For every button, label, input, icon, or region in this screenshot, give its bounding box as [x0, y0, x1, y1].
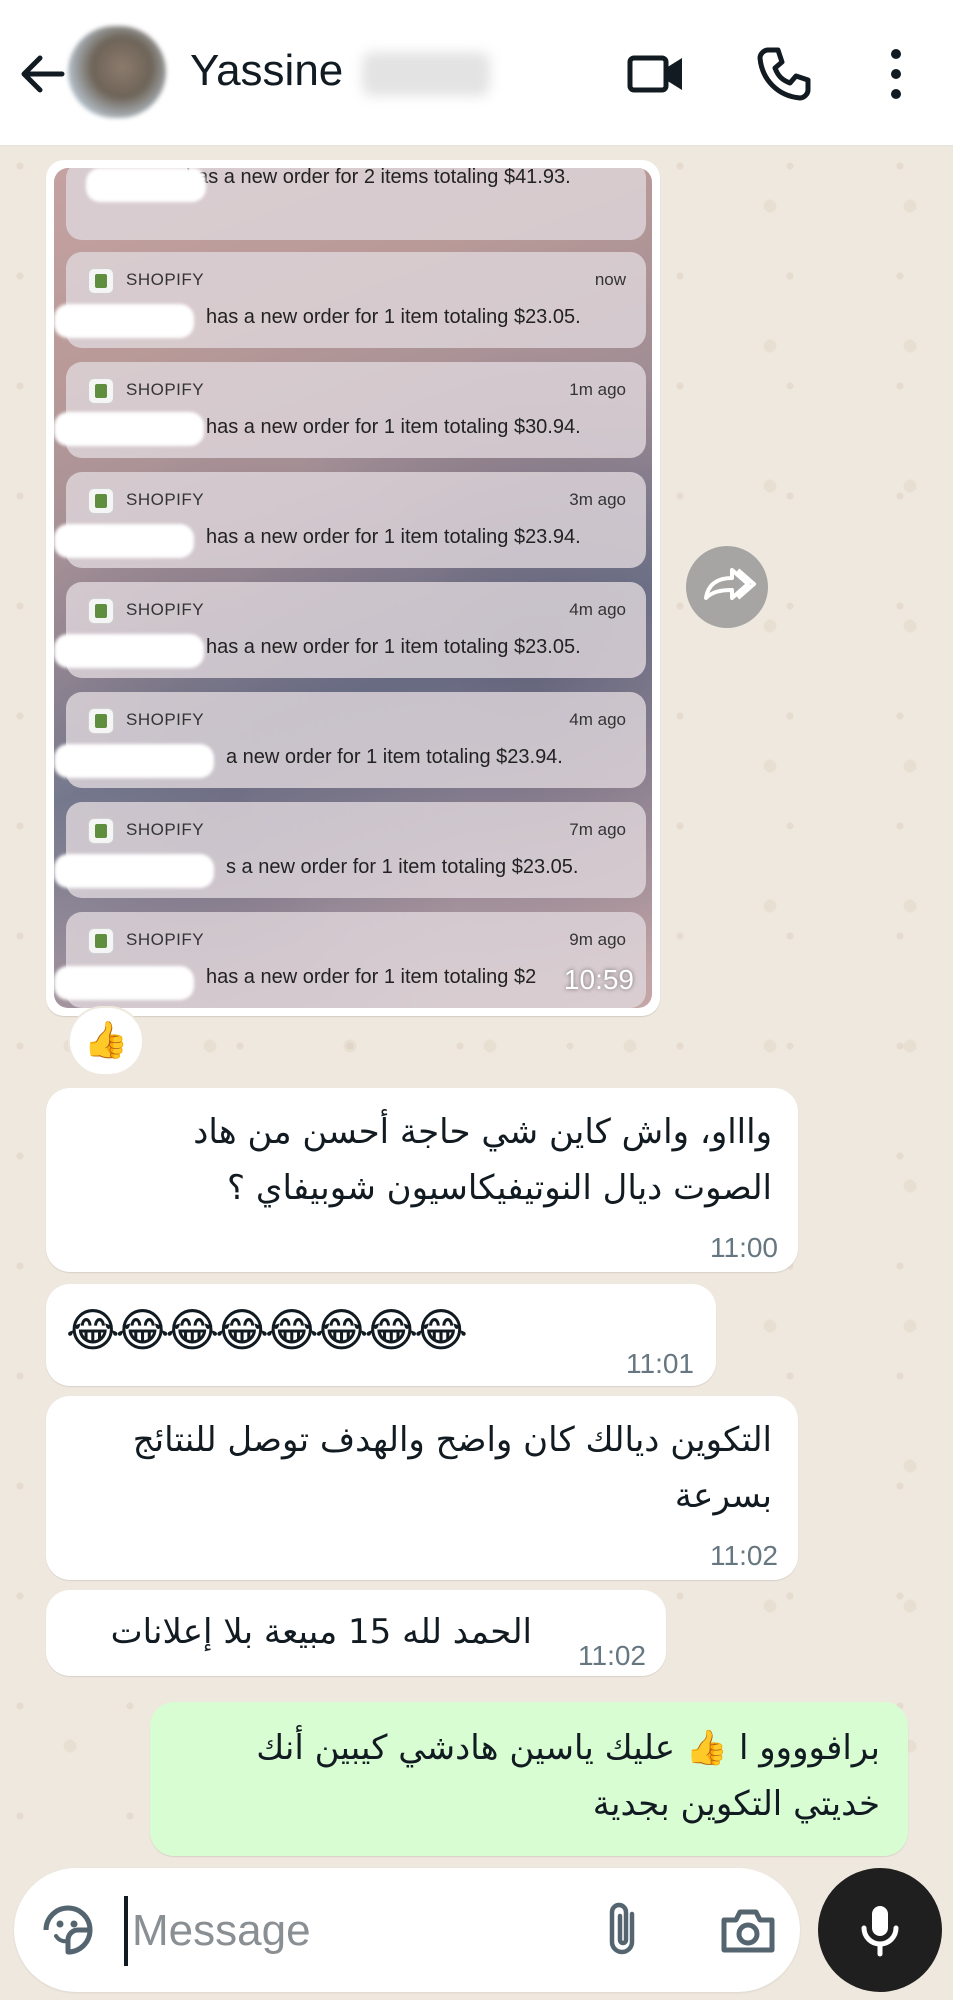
- notification-time: 4m ago: [569, 600, 626, 619]
- shopify-bag-icon: [88, 708, 114, 734]
- redaction-scribble: [54, 854, 214, 888]
- message-text: 😂😂😂😂😂😂😂😂: [66, 1303, 468, 1357]
- redaction-scribble: [54, 744, 214, 778]
- video-call-icon[interactable]: [626, 44, 686, 104]
- notification-app: SHOPIFY: [126, 600, 205, 619]
- attach-icon[interactable]: [594, 1900, 654, 1960]
- redaction-scribble: [54, 412, 204, 446]
- shopify-notifications-screenshot[interactable]: has a new order for 2 items totaling $41…: [54, 168, 652, 1008]
- notification-app: SHOPIFY: [126, 820, 205, 839]
- notification-time: 4m ago: [569, 710, 626, 729]
- notification-time: 9m ago: [569, 930, 626, 949]
- notification-text: has a new order for 1 item totaling $23.…: [206, 526, 581, 548]
- notification-card: SHOPIFY 9m ago has a new order for 1 ite…: [54, 912, 646, 1008]
- notification-card: SHOPIFY 4m ago a new order for 1 item to…: [54, 692, 646, 788]
- chat-header: Yassine: [0, 0, 953, 146]
- redaction-scribble: [86, 168, 206, 202]
- shopify-bag-icon: [88, 818, 114, 844]
- image-message-bubble[interactable]: has a new order for 2 items totaling $41…: [46, 160, 660, 1016]
- avatar[interactable]: [68, 26, 166, 118]
- redaction-scribble: [54, 634, 204, 668]
- notification-card: SHOPIFY 4m ago has a new order for 1 ite…: [54, 582, 646, 678]
- notification-card: SHOPIFY 7m ago s a new order for 1 item …: [54, 802, 646, 898]
- notification-text: has a new order for 1 item totaling $30.…: [206, 416, 581, 438]
- notification-card: SHOPIFY now has a new order for 1 item t…: [54, 252, 646, 348]
- notification-app: SHOPIFY: [126, 270, 205, 289]
- notification-text: has a new order for 1 item totaling $2: [206, 966, 536, 988]
- message-text: برافوووو ا 👍 عليك ياسين هادشي كيبين أنك …: [256, 1728, 880, 1824]
- reaction-badge[interactable]: 👍: [68, 1006, 144, 1076]
- redacted-name: [362, 52, 490, 96]
- incoming-message[interactable]: واااو، واش كاين شي حاجة أحسن من هاد الصو…: [46, 1088, 798, 1272]
- notification-card: has a new order for 2 items totaling $41…: [66, 168, 646, 240]
- phone-icon[interactable]: [754, 44, 814, 104]
- shopify-bag-icon: [88, 378, 114, 404]
- notification-time: 1m ago: [569, 380, 626, 399]
- message-text: الحمد لله 15 مبيعة بلا إعلانات: [110, 1612, 532, 1652]
- message-input[interactable]: [124, 1896, 564, 1966]
- message-time: 11:00: [710, 1232, 778, 1263]
- message-time: 11:02: [710, 1540, 778, 1571]
- notification-time: 7m ago: [569, 820, 626, 839]
- mic-button[interactable]: [818, 1868, 942, 1992]
- message-time: 11:02: [578, 1640, 646, 1671]
- incoming-message[interactable]: 😂😂😂😂😂😂😂😂 11:01: [46, 1284, 716, 1386]
- notification-time: now: [594, 270, 626, 289]
- sticker-icon[interactable]: [38, 1900, 98, 1960]
- shopify-bag-icon: [88, 268, 114, 294]
- notification-app: SHOPIFY: [126, 490, 205, 509]
- message-text: التكوين ديالك كان واضح والهدف توصل للنتا…: [132, 1420, 772, 1516]
- notification-card: SHOPIFY 3m ago has a new order for 1 ite…: [54, 472, 646, 568]
- redaction-scribble: [54, 524, 194, 558]
- notification-card: SHOPIFY 1m ago has a new order for 1 ite…: [54, 362, 646, 458]
- notification-text: has a new order for 1 item totaling $23.…: [206, 306, 581, 328]
- mic-icon: [861, 1906, 899, 1957]
- contact-name[interactable]: Yassine: [190, 46, 343, 96]
- notification-app: SHOPIFY: [126, 380, 205, 399]
- shopify-bag-icon: [88, 928, 114, 954]
- notification-text: has a new order for 1 item totaling $23.…: [206, 636, 581, 658]
- shopify-bag-icon: [88, 598, 114, 624]
- message-text: واااو، واش كاين شي حاجة أحسن من هاد الصو…: [193, 1112, 772, 1208]
- notification-text: a new order for 1 item totaling $23.94.: [226, 746, 563, 768]
- redaction-scribble: [54, 304, 194, 338]
- back-arrow-icon[interactable]: [14, 46, 70, 102]
- camera-icon[interactable]: [718, 1900, 778, 1960]
- more-vert-icon[interactable]: [866, 44, 926, 104]
- incoming-message[interactable]: التكوين ديالك كان واضح والهدف توصل للنتا…: [46, 1396, 798, 1580]
- notification-app: SHOPIFY: [126, 710, 205, 729]
- outgoing-message[interactable]: برافوووو ا 👍 عليك ياسين هادشي كيبين أنك …: [150, 1702, 908, 1856]
- redaction-scribble: [54, 966, 194, 1000]
- image-timestamp: 10:59: [563, 964, 634, 995]
- shopify-bag-icon: [88, 488, 114, 514]
- notification-time: 3m ago: [569, 490, 626, 509]
- notification-app: SHOPIFY: [126, 930, 205, 949]
- forward-icon[interactable]: [686, 546, 768, 628]
- message-time: 11:01: [626, 1348, 694, 1379]
- notification-text: s a new order for 1 item totaling $23.05…: [226, 856, 579, 878]
- incoming-message[interactable]: الحمد لله 15 مبيعة بلا إعلانات 11:02: [46, 1590, 666, 1676]
